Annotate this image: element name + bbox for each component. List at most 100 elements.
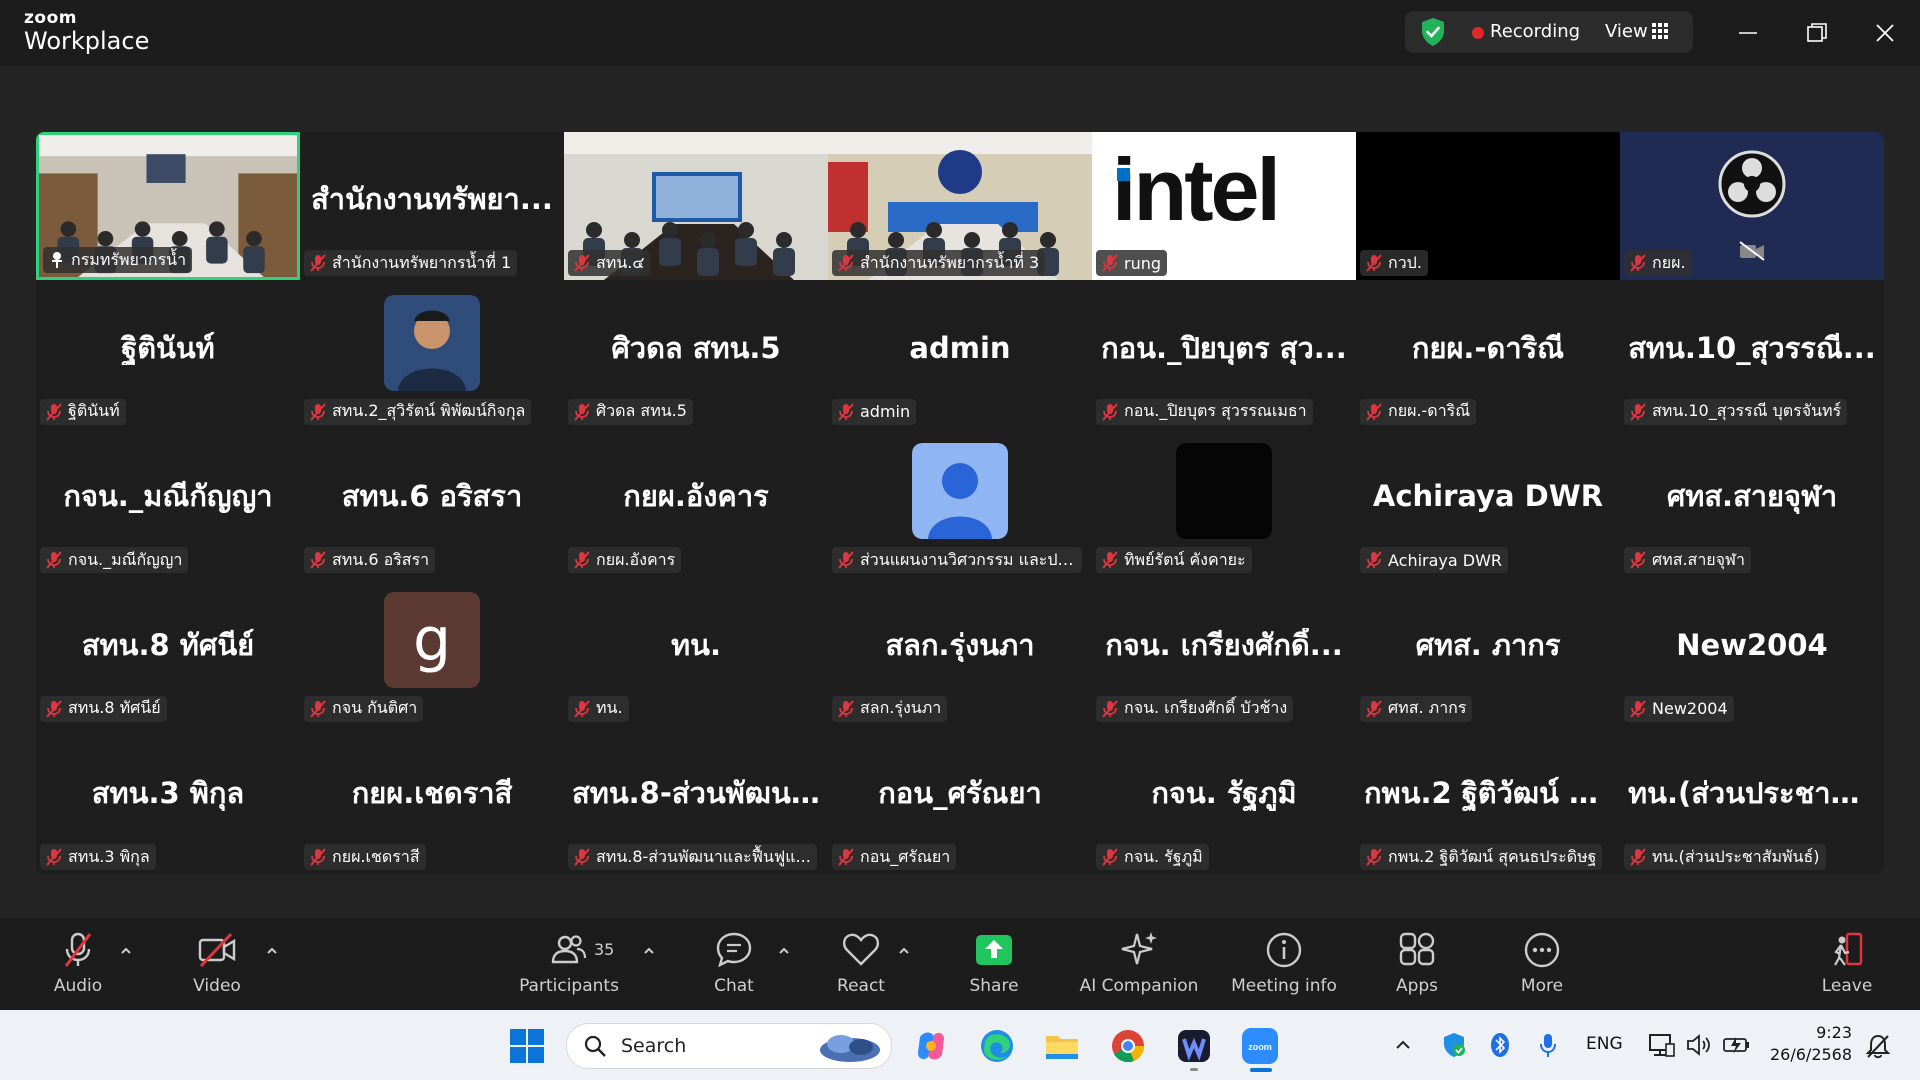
participant-name: สทน.2_สุวิรัตน์ พิพัฒน์กิจกุล (332, 401, 526, 420)
more-button[interactable]: More (1482, 928, 1602, 1008)
participant-tile[interactable]: สลก.รุ่งนภา สลก.รุ่งนภา (828, 577, 1092, 726)
participant-tile[interactable]: admin admin (828, 280, 1092, 429)
battery-icon[interactable] (1722, 1032, 1752, 1058)
participant-display-name: สทน.10_สุวรรณี... (1628, 330, 1876, 365)
participant-tile[interactable]: Achiraya DWR Achiraya DWR (1356, 429, 1620, 577)
shield-check-icon[interactable] (1420, 17, 1446, 47)
participant-name: rung (1124, 253, 1162, 273)
participant-tile[interactable]: สทน.8-ส่วนพัฒน... สทน.8-ส่วนพัฒนาและฟื้นฟ… (564, 726, 828, 874)
camera-off-icon (1739, 241, 1765, 261)
participant-tile[interactable]: กจน. รัฐภูมิ กจน. รัฐภูมิ (1092, 726, 1356, 874)
mic-muted-icon (46, 848, 62, 866)
windows-start-icon[interactable] (508, 1027, 546, 1065)
copilot-icon[interactable] (912, 1027, 950, 1065)
participant-name: New2004 (1652, 699, 1728, 718)
bluetooth-icon[interactable] (1489, 1032, 1511, 1058)
participant-tile[interactable]: สทน.8 ทัศนีย์ สทน.8 ทัศนีย์ (36, 577, 300, 726)
participant-tile[interactable]: intel rung (1092, 132, 1356, 280)
taskbar-search[interactable]: Search (566, 1023, 892, 1069)
chat-button[interactable]: Chat (674, 928, 794, 1008)
participant-tile[interactable]: กยผ.อังคาร กยผ.อังคาร (564, 429, 828, 577)
video-button[interactable]: Video (157, 928, 277, 1008)
minimize-icon[interactable] (1733, 18, 1763, 48)
react-button[interactable]: React (801, 928, 921, 1008)
participant-tile[interactable]: กจน. เกรียงศักดิ์... กจน. เกรียงศักดิ์ บั… (1092, 577, 1356, 726)
audio-options-chevron-up-icon[interactable] (119, 944, 133, 958)
edge-browser-icon[interactable] (978, 1027, 1016, 1065)
apps-button[interactable]: Apps (1357, 928, 1477, 1008)
restore-icon[interactable] (1802, 18, 1832, 48)
chrome-browser-icon[interactable] (1109, 1027, 1147, 1065)
participant-tile[interactable]: ฐิตินันท์ ฐิตินันท์ (36, 280, 300, 429)
file-explorer-icon[interactable] (1043, 1027, 1081, 1065)
react-label: React (837, 976, 885, 996)
close-icon[interactable] (1870, 18, 1900, 48)
participant-tile[interactable]: สำนักงานทรัพยากรน้ำที่ 3 (828, 132, 1092, 280)
participant-tile[interactable]: กวป. (1356, 132, 1620, 280)
participant-name: สำนักงานทรัพยากรน้ำที่ 1 (332, 252, 512, 272)
participant-name: กอน_ศรัณยา (860, 846, 951, 866)
recording-label[interactable]: Recording (1490, 21, 1580, 42)
teams-app-icon[interactable] (1175, 1027, 1213, 1065)
participant-tile[interactable]: ศทส. ภากร ศทส. ภากร (1356, 577, 1620, 726)
participant-tile[interactable]: สทน.๔ (564, 132, 828, 280)
participant-tile[interactable]: กพน.2 ฐิติวัฒน์ สุ... กพน.2 ฐิติวัฒน์ สุค… (1356, 726, 1620, 874)
meeting-info-button[interactable]: Meeting info (1224, 928, 1344, 1008)
participant-tile[interactable]: สำนักงานทรัพยา... สำนักงานทรัพยากรน้ำที่ … (300, 132, 564, 280)
participants-label: Participants (519, 976, 619, 996)
mic-muted-icon (1102, 848, 1118, 866)
participant-tile[interactable]: กจน._มณีกัญญา กจน._มณีกัญญา (36, 429, 300, 577)
participant-tile[interactable]: ศทส.สายจุฬา ศทส.สายจุฬา (1620, 429, 1884, 577)
participant-name-tag: สทน.10_สุวรรณี บุตรจันทร์ (1624, 398, 1848, 425)
participant-tile[interactable]: New2004 New2004 (1620, 577, 1884, 726)
participant-tile[interactable]: กยผ.-ดาริณี กยผ.-ดาริณี (1356, 280, 1620, 429)
volume-icon[interactable] (1685, 1032, 1713, 1058)
defender-shield-icon[interactable] (1441, 1032, 1467, 1058)
participant-tile[interactable]: ทน.(ส่วนประชาสั... ทน.(ส่วนประชาสัมพันธ์) (1620, 726, 1884, 874)
participant-tile[interactable]: สทน.10_สุวรรณี... สทน.10_สุวรรณี บุตรจันท… (1620, 280, 1884, 429)
network-icon[interactable] (1648, 1032, 1676, 1058)
zoom-app-icon[interactable]: zoom (1241, 1027, 1279, 1065)
tray-chevron-up-icon[interactable] (1394, 1036, 1412, 1054)
mic-muted-icon (838, 402, 854, 421)
system-clock[interactable]: 9:23 26/6/2568 (1770, 1022, 1852, 1066)
participant-name: สทน.8 ทัศนีย์ (68, 698, 161, 717)
participant-tile[interactable]: ศิวดล สทน.5 ศิวดล สทน.5 (564, 280, 828, 429)
input-language[interactable]: ENG (1586, 1034, 1623, 1054)
brand-big: Workplace (24, 27, 150, 55)
share-button[interactable]: Share (934, 928, 1054, 1008)
participant-tile[interactable]: สทน.3 พิกุล สทน.3 พิกุล (36, 726, 300, 874)
react-options-chevron-up-icon[interactable] (897, 944, 911, 958)
notification-bell-icon[interactable] (1864, 1032, 1892, 1060)
participant-name-tag: กยผ.-ดาริณี (1360, 398, 1477, 425)
participants-options-chevron-up-icon[interactable] (642, 944, 656, 958)
participant-display-name: กจน. เกรียงศักดิ์... (1105, 627, 1343, 662)
participant-name: กยผ.อังคาร (596, 549, 676, 569)
grid-icon[interactable] (1652, 23, 1668, 39)
mic-muted-icon (574, 551, 590, 569)
participant-name-tag: กพน.2 ฐิติวัฒน์ สุคนธประดิษฐ (1360, 844, 1603, 870)
audio-button[interactable]: Audio (18, 928, 138, 1008)
participant-tile[interactable]: ทิพย์รัตน์ คังคายะ (1092, 429, 1356, 577)
ai-companion-button[interactable]: AI Companion (1069, 928, 1209, 1008)
clock-time: 9:23 (1816, 1023, 1852, 1042)
chat-options-chevron-up-icon[interactable] (777, 944, 791, 958)
participant-tile[interactable]: กอน._ปิยบุตร สุว... กอน._ปิยบุตร สุวรรณเม… (1092, 280, 1356, 429)
participant-name: สำนักงานทรัพยากรน้ำที่ 3 (860, 252, 1040, 272)
participant-tile[interactable]: ทน. ทน. (564, 577, 828, 726)
participant-tile[interactable]: สทน.2_สุวิรัตน์ พิพัฒน์กิจกุล (300, 280, 564, 429)
participant-tile[interactable]: กรมทรัพยากรน้ำ (36, 132, 300, 280)
participant-tile[interactable]: กอน_ศรัณยา กอน_ศรัณยา (828, 726, 1092, 874)
microphone-tray-icon[interactable] (1537, 1032, 1559, 1058)
leave-button[interactable]: Leave (1787, 928, 1907, 1008)
participant-name-tag: สำนักงานทรัพยากรน้ำที่ 3 (832, 250, 1046, 276)
participant-tile[interactable]: ส่วนแผนงานวิศวกรรม และประ... (828, 429, 1092, 577)
participant-tile[interactable]: กยผ. (1620, 132, 1884, 280)
video-options-chevron-up-icon[interactable] (265, 944, 279, 958)
view-button[interactable]: View (1605, 21, 1648, 42)
participant-tile[interactable]: กยผ.เชดราสี กยผ.เชดราสี (300, 726, 564, 874)
participant-tile[interactable]: g กจน กันติศา (300, 577, 564, 726)
participant-name: กพน.2 ฐิติวัฒน์ สุคนธประดิษฐ (1388, 846, 1597, 866)
participant-tile[interactable]: สทน.6 อริสรา สทน.6 อริสรา (300, 429, 564, 577)
participant-name: ศทส. ภากร (1388, 698, 1467, 717)
